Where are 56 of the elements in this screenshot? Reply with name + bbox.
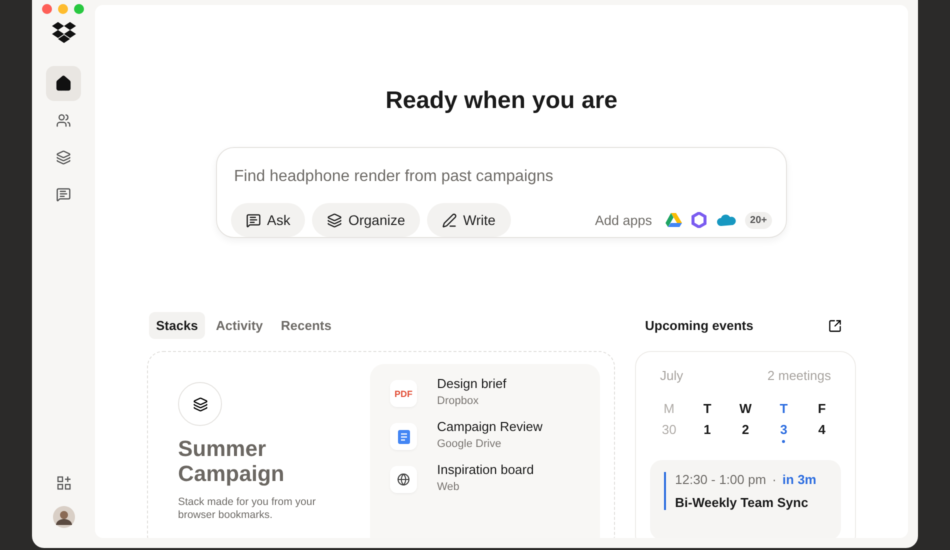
stack-description: Stack made for you from your browser bookmarks.: [178, 496, 317, 522]
weekday-label: T: [780, 401, 788, 416]
logo-icon: [50, 22, 76, 44]
day-number[interactable]: 4: [818, 422, 826, 437]
month-label: July: [660, 368, 684, 383]
ask-button[interactable]: Ask: [231, 203, 306, 237]
add-apps-icon[interactable]: [56, 476, 70, 490]
external-link-icon[interactable]: [828, 318, 842, 332]
file-name[interactable]: Inspiration board: [437, 462, 534, 477]
chat-icon: [56, 187, 71, 202]
file-source: Web: [437, 481, 460, 493]
write-button[interactable]: Write: [427, 203, 511, 237]
stack-title: Summer Campaign: [178, 436, 286, 486]
search-field[interactable]: Find headphone render from past campaigns Ask Organize Write Add apps 20+: [216, 147, 787, 238]
document-icon: [398, 430, 410, 444]
file-source: Google Drive: [437, 438, 502, 450]
globe-icon: [397, 473, 410, 486]
drive-icon[interactable]: [665, 212, 682, 228]
pdf-icon: PDF: [390, 380, 417, 407]
tab[interactable]: Recents: [274, 312, 338, 339]
event-countdown: in 3m: [782, 472, 816, 487]
event-card[interactable]: 12:30 - 1:00 pm · in 3m Bi-Weekly Team Sync: [650, 460, 841, 538]
separator-dot: ·: [772, 472, 776, 487]
cloud-icon[interactable]: [716, 213, 736, 227]
weekday-label: M: [664, 401, 675, 416]
day-number[interactable]: 2: [742, 422, 750, 437]
layers-icon: [192, 396, 208, 412]
file-name[interactable]: Campaign Review: [437, 419, 542, 434]
chat-icon: [246, 212, 261, 228]
day-number[interactable]: 1: [704, 422, 711, 437]
tab[interactable]: Stacks: [149, 312, 205, 339]
weekday-label: W: [739, 401, 752, 416]
sidebar-item[interactable]: [46, 66, 81, 101]
tab[interactable]: Activity: [208, 312, 270, 339]
file-source: Dropbox: [437, 395, 480, 407]
page-heading: Ready when you are: [385, 87, 618, 115]
pen-icon: [442, 212, 458, 228]
event-time: 12:30 - 1:00 pm: [675, 472, 766, 487]
layers-icon: [56, 150, 71, 165]
weekday-label: T: [703, 401, 712, 416]
more-apps-count[interactable]: 20+: [745, 212, 772, 228]
home-icon: [55, 75, 72, 92]
people-icon: [56, 113, 71, 128]
stack-card[interactable]: Summer Campaign Stack made for you from your browser bookmarks. PDF Design brief Dropbox Campaign Review Google Drive Inspiration board Web: [147, 351, 615, 538]
hexagon-app-icon[interactable]: [691, 212, 708, 228]
event-title: Bi-Weekly Team Sync: [675, 495, 810, 510]
meeting-count: 2 meetings: [767, 368, 831, 383]
section-title: Upcoming events: [645, 318, 754, 333]
avatar-icon[interactable]: [52, 506, 74, 528]
close-icon[interactable]: [42, 4, 52, 14]
day-number[interactable]: 3: [780, 422, 788, 437]
layers-icon: [327, 212, 342, 228]
file-name[interactable]: Design brief: [437, 376, 506, 391]
organize-button[interactable]: Organize: [312, 203, 420, 237]
weekday-label: F: [818, 401, 826, 416]
add-apps-label: Add apps: [594, 212, 652, 228]
